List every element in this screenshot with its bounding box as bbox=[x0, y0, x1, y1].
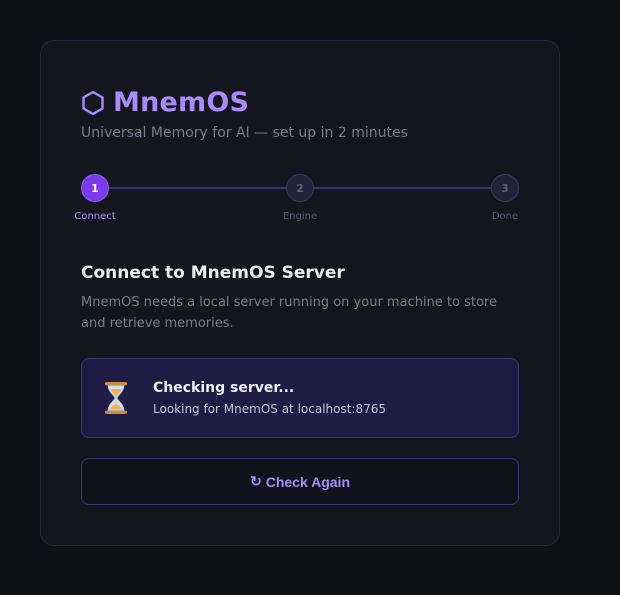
section-title: Connect to MnemOS Server bbox=[81, 263, 345, 283]
check-again-button[interactable]: ↻ Check Again bbox=[81, 458, 519, 505]
setup-card: MnemOS Universal Memory for AI — set up … bbox=[40, 40, 560, 546]
brand-name: MnemOS bbox=[113, 87, 250, 118]
hexagon-icon bbox=[82, 90, 104, 115]
step-1-label: Connect bbox=[74, 211, 116, 222]
status-subtitle: Looking for MnemOS at localhost:8765 bbox=[153, 402, 387, 416]
step-connector bbox=[109, 187, 286, 189]
refresh-icon: ↻ bbox=[249, 473, 262, 489]
step-1-indicator: 1 bbox=[81, 174, 109, 202]
step-2-indicator: 2 bbox=[286, 174, 314, 202]
check-again-label: Check Again bbox=[265, 473, 350, 490]
step-3-label: Done bbox=[491, 211, 519, 222]
tagline: Universal Memory for AI — set up in 2 mi… bbox=[81, 125, 408, 141]
section-description: MnemOS needs a local server running on y… bbox=[81, 295, 497, 331]
brand: MnemOS bbox=[81, 87, 249, 118]
hourglass-icon bbox=[105, 382, 127, 414]
step-3-indicator: 3 bbox=[491, 174, 519, 202]
server-status-box: Checking server... Looking for MnemOS at… bbox=[81, 358, 519, 438]
setup-stepper: 1 2 3 Connect Engine Done bbox=[74, 174, 519, 224]
step-connector bbox=[314, 187, 491, 189]
step-2-label: Engine bbox=[282, 211, 318, 222]
status-title: Checking server... bbox=[153, 380, 295, 396]
